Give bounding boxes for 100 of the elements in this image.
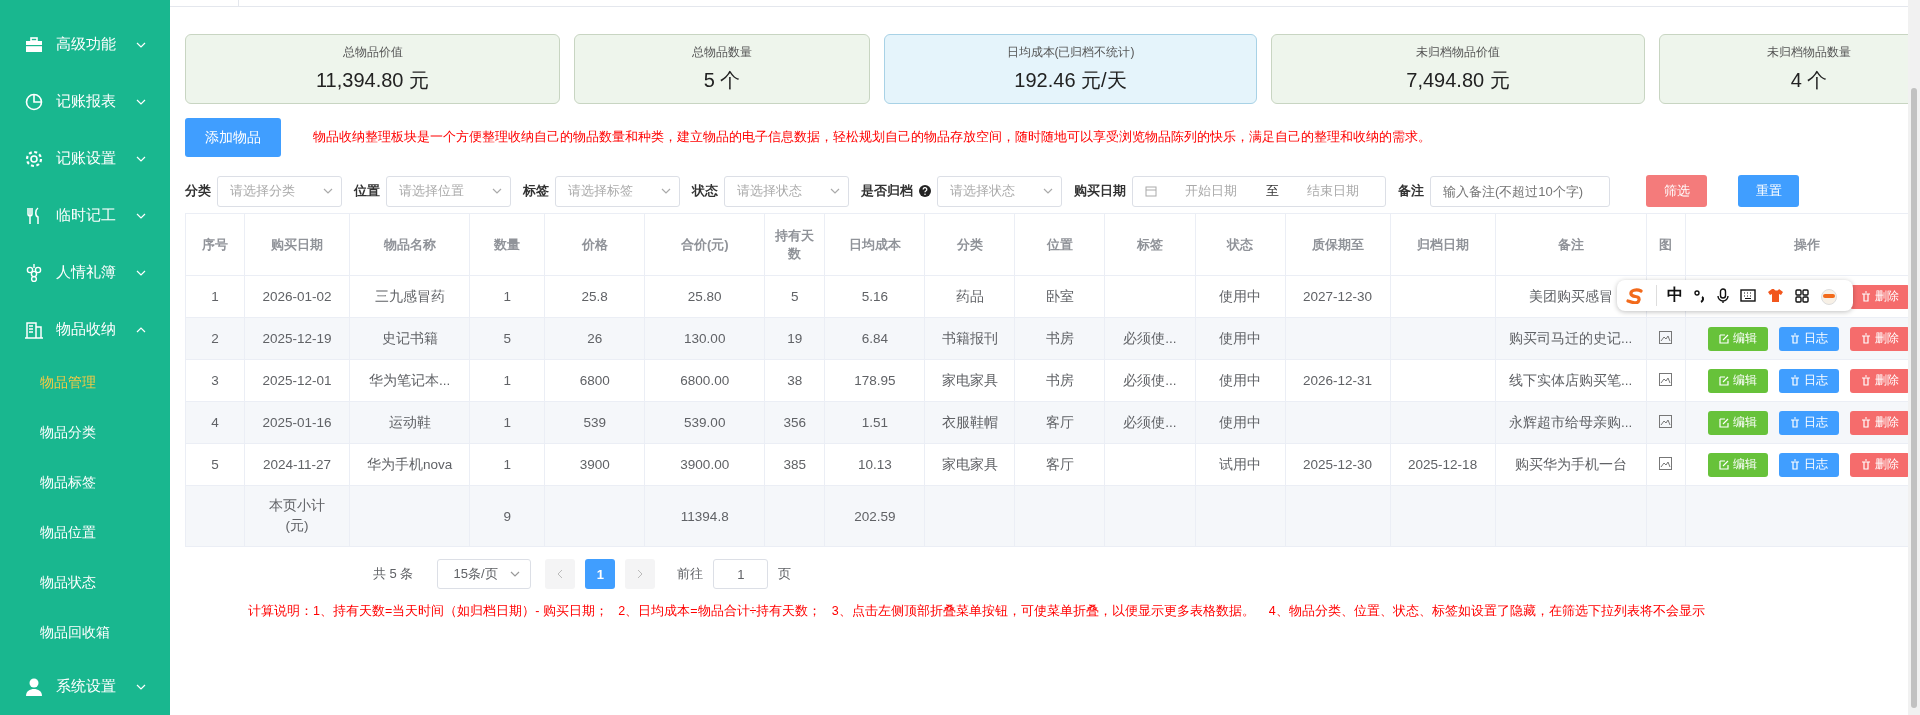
filter-label: 是否归档 (861, 182, 913, 200)
table-cell: 药品 (955, 288, 984, 304)
table-cell: 客厅 (1045, 456, 1074, 472)
table-cell: 2025-12-01 (262, 373, 332, 388)
page-button[interactable]: 1 (585, 559, 616, 589)
trash-icon (1789, 416, 1802, 429)
scrollbar[interactable] (1908, 0, 1920, 715)
column-header: 状态 (1195, 213, 1286, 276)
filter-select[interactable]: 请选择状态 (937, 175, 1062, 207)
column-header: 图 (1646, 213, 1686, 276)
table-cell: 11394.8 (680, 508, 729, 524)
table-cell: 2025-12-18 (1408, 457, 1478, 472)
edit-button[interactable]: 编辑 (1707, 326, 1768, 351)
submenu-item[interactable]: 物品状态 (0, 558, 170, 608)
logo-icon (1625, 287, 1645, 304)
intro-text: 物品收纳整理板块是一个方便整理收纳自己的物品数量和种类，建立物品的电子信息数据，轻松规划自己的物品存放空间，随时随地可以享受浏览物品陈列的快乐，满足自己的整理和收纳的需求。 (313, 129, 1431, 146)
table-cell: 6800 (579, 373, 610, 388)
edit-button[interactable]: 编辑 (1707, 410, 1768, 435)
filter-label: 分类 (185, 182, 211, 200)
sidebar-item[interactable]: 人情礼簿 (0, 244, 170, 301)
edit-icon (1718, 458, 1731, 471)
delete-button[interactable]: 删除 (1849, 410, 1910, 435)
column-header: 购买日期 (244, 213, 350, 276)
edit-icon (1718, 416, 1731, 429)
card-value: 4 个 (1790, 68, 1828, 93)
submenu-item[interactable]: 物品标签 (0, 458, 170, 508)
filter-select[interactable]: 请选择标签 (555, 175, 680, 207)
card-value: 7,494.80 元 (1406, 68, 1510, 93)
table-cell: 华为笔记本... (368, 372, 451, 388)
chevron-down-icon (1043, 188, 1053, 194)
delete-button[interactable]: 删除 (1849, 284, 1910, 309)
edit-button[interactable]: 编辑 (1707, 452, 1768, 477)
trash-icon (1860, 332, 1873, 345)
microphone-icon[interactable] (1717, 287, 1729, 304)
page-size-select[interactable]: 15条/页 (437, 559, 532, 589)
delete-button[interactable]: 删除 (1849, 326, 1910, 351)
sidebar-item[interactable]: 系统设置 (0, 658, 170, 715)
subtotal-label: 本页小计(元) (268, 496, 327, 535)
remark-filter-field[interactable]: 输入备注(不超过10个字) (1430, 175, 1610, 207)
table-cell: 25.80 (687, 289, 722, 304)
column-header: 数量 (469, 213, 545, 276)
table-cell: 使用中 (1219, 372, 1261, 388)
sidebar-item[interactable]: 临时记工 (0, 187, 170, 244)
card-label: 未归档物品价值 (1416, 44, 1500, 61)
table-cell: 家电家具 (941, 372, 998, 388)
column-header: 持有天数 (764, 213, 825, 276)
table-cell: 美团购买感冒 (1528, 288, 1613, 304)
table-cell: 衣服鞋帽 (941, 414, 998, 430)
table-cell: 539.00 (684, 415, 726, 430)
submenu-item[interactable]: 物品回收箱 (0, 608, 170, 658)
column-header: 归档日期 (1390, 213, 1496, 276)
submenu-item[interactable]: 物品位置 (0, 508, 170, 558)
add-item-button[interactable]: 添加物品 (185, 118, 281, 157)
submenu-item[interactable]: 物品分类 (0, 408, 170, 458)
sidebar-item[interactable]: 记账设置 (0, 130, 170, 187)
chevron-up-icon (136, 326, 146, 333)
table-cell: 1.51 (861, 415, 888, 430)
help-icon (919, 185, 931, 197)
shirt-icon[interactable] (1767, 288, 1784, 303)
punctuation-icon[interactable] (1694, 288, 1706, 303)
sidebar-item[interactable]: 物品收纳 (0, 301, 170, 358)
table-cell: 6.84 (861, 331, 888, 346)
image-icon[interactable] (1659, 414, 1673, 428)
table-cell: 1 (503, 289, 511, 304)
image-icon[interactable] (1659, 456, 1673, 470)
filter-select[interactable]: 请选择位置 (386, 175, 511, 207)
table-cell: 6800.00 (680, 373, 730, 388)
filter-select[interactable]: 请选择状态 (724, 175, 849, 207)
submenu-item[interactable]: 物品管理 (0, 358, 170, 408)
edit-button[interactable]: 编辑 (1707, 368, 1768, 393)
table-cell: 试用中 (1219, 456, 1261, 472)
keyboard-icon[interactable] (1740, 289, 1756, 302)
goto-page-field[interactable]: 1 (713, 559, 769, 589)
table-cell: 385 (783, 457, 807, 472)
log-button[interactable]: 日志 (1778, 326, 1839, 351)
filter-label: 状态 (692, 182, 718, 200)
image-icon[interactable] (1659, 330, 1673, 344)
log-button[interactable]: 日志 (1778, 410, 1839, 435)
chevron-right-icon (637, 569, 644, 579)
table-cell: 家电家具 (941, 456, 998, 472)
date-range-field[interactable]: 开始日期 至 结束日期 (1132, 175, 1386, 207)
delete-button[interactable]: 删除 (1849, 368, 1910, 393)
filter-button[interactable]: 筛选 (1646, 175, 1707, 207)
card-value: 5 个 (703, 68, 741, 93)
table-cell: 1 (503, 457, 511, 472)
table-cell: 三九感冒药 (374, 288, 445, 304)
delete-button[interactable]: 删除 (1849, 452, 1910, 477)
reset-button[interactable]: 重置 (1738, 175, 1799, 207)
image-icon[interactable] (1659, 372, 1673, 386)
filter-select[interactable]: 请选择分类 (217, 175, 342, 207)
log-button[interactable]: 日志 (1778, 452, 1839, 477)
sidebar-item[interactable]: 高级功能 (0, 16, 170, 73)
sidebar-item[interactable]: 记账报表 (0, 73, 170, 130)
log-button[interactable]: 日志 (1778, 368, 1839, 393)
sidebar-icon (24, 34, 44, 55)
chevron-down-icon (136, 212, 146, 219)
grid-icon[interactable] (1795, 288, 1809, 303)
column-header: 备注 (1495, 213, 1647, 276)
card-label: 日均成本(已归档不统计) (1006, 44, 1135, 61)
input-mode[interactable]: 中 (1656, 285, 1683, 306)
